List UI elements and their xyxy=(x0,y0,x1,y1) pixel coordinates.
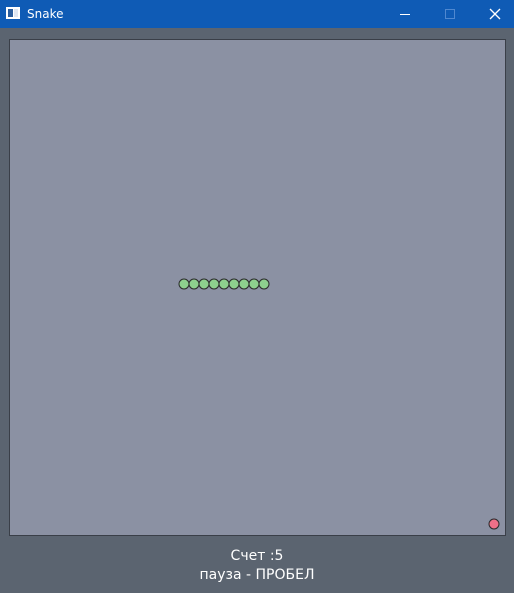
app-icon xyxy=(6,7,20,19)
pause-hint: пауза - ПРОБЕЛ xyxy=(199,567,315,583)
minimize-icon xyxy=(399,14,410,15)
snake-segment xyxy=(228,278,240,290)
snake-segment xyxy=(178,278,190,290)
maximize-button[interactable] xyxy=(427,0,472,28)
snake-segment xyxy=(188,278,200,290)
title-bar[interactable]: Snake xyxy=(0,0,514,28)
window-title: Snake xyxy=(27,7,64,21)
snake-segment xyxy=(198,278,210,290)
close-icon xyxy=(489,8,500,20)
game-window: Snake Счет :5 пауза - ПРОБЕЛ xyxy=(0,0,514,593)
snake-segment xyxy=(218,278,230,290)
snake-segment xyxy=(248,278,260,290)
score-label: Счет :5 xyxy=(230,548,284,564)
close-button[interactable] xyxy=(472,0,514,28)
minimize-button[interactable] xyxy=(382,0,427,28)
food-item xyxy=(488,518,500,530)
game-board[interactable] xyxy=(9,39,506,536)
snake-segment xyxy=(238,278,250,290)
board-canvas xyxy=(178,278,500,530)
snake-head xyxy=(258,278,270,290)
snake-segment xyxy=(208,278,220,290)
maximize-icon xyxy=(444,9,455,19)
